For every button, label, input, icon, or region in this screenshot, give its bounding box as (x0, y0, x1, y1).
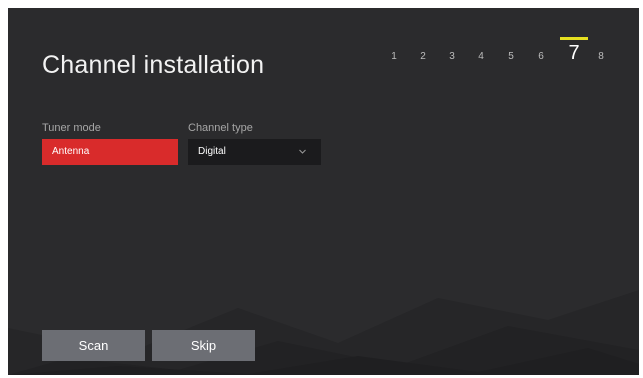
step-2: 2 (420, 51, 426, 62)
skip-button[interactable]: Skip (152, 330, 255, 361)
channel-type-value: Digital (198, 146, 226, 157)
step-4: 4 (478, 51, 484, 62)
tuner-mode-label: Tuner mode (42, 122, 101, 134)
step-8: 8 (598, 51, 604, 62)
current-step-marker (560, 37, 588, 40)
scan-button[interactable]: Scan (42, 330, 145, 361)
step-7-current: 7 (568, 42, 580, 64)
channel-type-label: Channel type (188, 122, 253, 134)
chevron-down-icon (298, 139, 307, 175)
step-1: 1 (391, 51, 397, 62)
tuner-mode-select[interactable]: Antenna (42, 139, 178, 165)
step-3: 3 (449, 51, 455, 62)
step-5: 5 (508, 51, 514, 62)
page-title: Channel installation (42, 51, 265, 79)
channel-type-select[interactable]: Digital (188, 139, 321, 165)
tuner-mode-value: Antenna (52, 146, 90, 157)
step-6: 6 (538, 51, 544, 62)
tv-screen: Channel installation 1 2 3 4 5 6 7 8 Tun… (8, 8, 639, 375)
chevron-down-icon-glyph (299, 149, 306, 154)
wizard-step-indicator: 1 2 3 4 5 6 7 8 (386, 37, 626, 74)
